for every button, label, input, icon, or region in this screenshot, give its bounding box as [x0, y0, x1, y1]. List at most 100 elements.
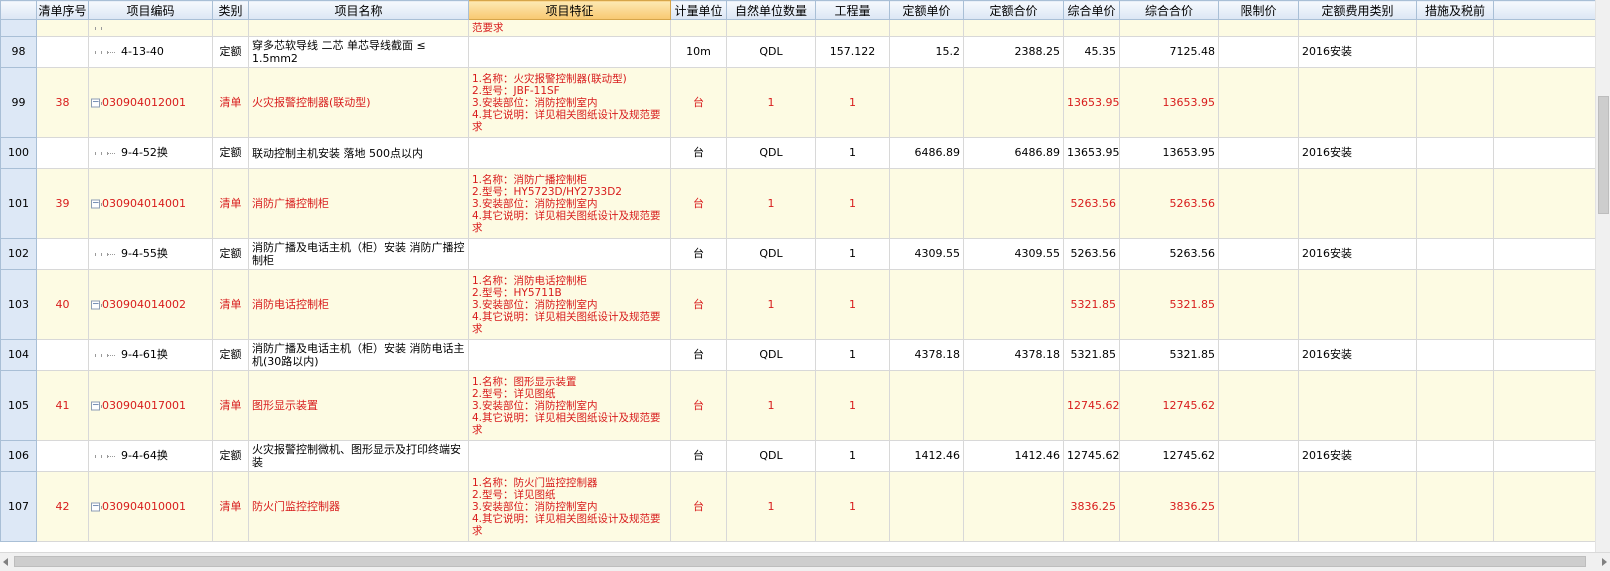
cell-de-total[interactable]: 4378.18 [963, 339, 1064, 371]
cell-code[interactable]: 9-4-64换 [88, 440, 213, 472]
cell-code[interactable] [88, 19, 213, 37]
quota-row[interactable]: 102 9-4-55换 定额 消防广播及电话主机（柜）安装 消防广播控制柜台 QDL 1 4… [0, 238, 1595, 270]
horizontal-scrollbar[interactable] [0, 552, 1610, 571]
cell-pretax[interactable] [1416, 67, 1494, 138]
cell-row-number[interactable]: 100 [0, 137, 37, 169]
cell-unit-price[interactable]: 13653.95 [1063, 137, 1120, 169]
cell-total[interactable]: 7125.48 [1119, 36, 1219, 68]
cell-fee-type[interactable] [1298, 269, 1417, 340]
cell-name[interactable]: 消防广播及电话主机（柜）安装 消防电话主机(30路以内) [248, 339, 469, 371]
cell-name[interactable]: 火灾报警控制器(联动型) [248, 67, 469, 138]
cell-feature[interactable]: 1.名称：消防广播控制柜 2.型号：HY5723D/HY2733D2 3.安装部… [468, 168, 671, 239]
cell-unit-price[interactable]: 3836.25 [1063, 471, 1120, 542]
cell-unit[interactable] [670, 19, 727, 37]
cell-feature[interactable]: 1.名称：图形显示装置 2.型号：详见图纸 3.安装部位：消防控制室内 4.其它… [468, 370, 671, 441]
cell-seq[interactable]: 38 [36, 67, 89, 138]
cell-natural-qty[interactable]: QDL [726, 36, 816, 68]
cell-unit-price[interactable]: 5263.56 [1063, 238, 1120, 270]
cell-code[interactable]: −030904017001 [88, 370, 213, 441]
cell-natural-qty[interactable]: QDL [726, 137, 816, 169]
cell-seq[interactable] [36, 36, 89, 68]
header-feature[interactable]: 项目特征 [468, 0, 671, 20]
cell-row-number[interactable]: 103 [0, 269, 37, 340]
cell-feature[interactable] [468, 238, 671, 270]
horizontal-scroll-thumb[interactable] [14, 556, 1586, 567]
cell-qty[interactable]: 1 [815, 137, 890, 169]
cell-pretax[interactable] [1416, 137, 1494, 169]
cell-limit[interactable] [1218, 168, 1299, 239]
cell-de-price[interactable]: 1412.46 [889, 440, 964, 472]
cell-qty[interactable]: 1 [815, 339, 890, 371]
cell-limit[interactable] [1218, 440, 1299, 472]
cell-unit[interactable]: 台 [670, 471, 727, 542]
cell-name[interactable] [248, 19, 469, 37]
cell-natural-qty[interactable]: QDL [726, 339, 816, 371]
cell-name[interactable]: 联动控制主机安装 落地 500点以内 [248, 137, 469, 169]
cell-de-total[interactable] [963, 19, 1064, 37]
cell-de-price[interactable] [889, 67, 964, 138]
vertical-scroll-thumb[interactable] [1598, 96, 1609, 214]
cell-code[interactable]: −030904014002 [88, 269, 213, 340]
cell-de-price[interactable] [889, 19, 964, 37]
cell-de-price[interactable] [889, 370, 964, 441]
cell-code[interactable]: −030904010001 [88, 471, 213, 542]
header-qty[interactable]: 工程量 [815, 0, 890, 20]
cell-total[interactable]: 12745.62 [1119, 440, 1219, 472]
cell-limit[interactable] [1218, 238, 1299, 270]
cell-total[interactable]: 5263.56 [1119, 238, 1219, 270]
cell-fee-type[interactable] [1298, 67, 1417, 138]
cell-name[interactable]: 消防电话控制柜 [248, 269, 469, 340]
cell-de-price[interactable] [889, 471, 964, 542]
cell-limit[interactable] [1218, 370, 1299, 441]
cell-pretax[interactable] [1416, 238, 1494, 270]
cell-total[interactable] [1119, 19, 1219, 37]
header-de-total[interactable]: 定额合价 [963, 0, 1064, 20]
cell-natural-qty[interactable]: 1 [726, 370, 816, 441]
cell-unit-price[interactable]: 12745.62 [1063, 440, 1120, 472]
cell-limit[interactable] [1218, 19, 1299, 37]
cell-feature[interactable] [468, 36, 671, 68]
cell-unit[interactable]: 台 [670, 137, 727, 169]
cell-total[interactable]: 13653.95 [1119, 67, 1219, 138]
cell-fee-type[interactable] [1298, 370, 1417, 441]
cell-row-number[interactable]: 106 [0, 440, 37, 472]
cell-type[interactable]: 清单 [212, 269, 249, 340]
cell-feature[interactable] [468, 440, 671, 472]
cell-pretax[interactable] [1416, 440, 1494, 472]
cell-pretax[interactable] [1416, 269, 1494, 340]
cell-de-price[interactable] [889, 168, 964, 239]
bill-item-row[interactable]: 105 41−030904017001 清单 图形显示装置 1.名称：图形显示装置 2.… [0, 370, 1595, 441]
cell-fee-type[interactable]: 2016安装 [1298, 238, 1417, 270]
cell-de-price[interactable]: 6486.89 [889, 137, 964, 169]
cell-code[interactable]: 9-4-61换 [88, 339, 213, 371]
header-corner[interactable] [0, 0, 37, 20]
cell-unit[interactable]: 台 [670, 269, 727, 340]
cell-de-total[interactable] [963, 168, 1064, 239]
cell-row-number[interactable]: 105 [0, 370, 37, 441]
cell-feature[interactable]: 1.名称：防火门监控控制器 2.型号：详见图纸 3.安装部位：消防控制室内 4.… [468, 471, 671, 542]
bill-item-row[interactable]: 101 39−030904014001 清单 消防广播控制柜 1.名称：消防广播控制柜 … [0, 168, 1595, 239]
quota-row[interactable]: 98 4-13-40 定额 穿多芯软导线 二芯 单芯导线截面 ≤ 1.5mm2 10m Q… [0, 36, 1595, 68]
cell-unit-price[interactable]: 5321.85 [1063, 269, 1120, 340]
cell-name[interactable]: 火灾报警控制微机、图形显示及打印终端安装 [248, 440, 469, 472]
cell-row-number[interactable]: 102 [0, 238, 37, 270]
cell-row-number[interactable]: 98 [0, 36, 37, 68]
bill-grid[interactable]: 清单序号 项目编码 类别 项目名称 项目特征 计量单位 自然单位数量 工程量 定… [0, 0, 1595, 552]
cell-de-total[interactable]: 2388.25 [963, 36, 1064, 68]
cell-row-number[interactable]: 101 [0, 168, 37, 239]
cell-natural-qty[interactable]: 1 [726, 168, 816, 239]
cell-seq[interactable] [36, 19, 89, 37]
collapse-icon[interactable]: − [91, 98, 100, 107]
bill-item-row[interactable]: 99 38−030904012001 清单 火灾报警控制器(联动型) 1.名称：火灾报警… [0, 67, 1595, 138]
cell-feature[interactable]: 1.名称：火灾报警控制器(联动型) 2.型号：JBF-11SF 3.安装部位：消… [468, 67, 671, 138]
cell-seq[interactable]: 42 [36, 471, 89, 542]
cell-limit[interactable] [1218, 67, 1299, 138]
cell-type[interactable]: 定额 [212, 339, 249, 371]
cell-code[interactable]: −030904012001 [88, 67, 213, 138]
cell-name[interactable]: 消防广播及电话主机（柜）安装 消防广播控制柜 [248, 238, 469, 270]
header-name[interactable]: 项目名称 [248, 0, 469, 20]
header-fee-type[interactable]: 定额费用类别 [1298, 0, 1417, 20]
cell-total[interactable]: 5321.85 [1119, 269, 1219, 340]
cell-code[interactable]: −030904014001 [88, 168, 213, 239]
header-de-price[interactable]: 定额单价 [889, 0, 964, 20]
